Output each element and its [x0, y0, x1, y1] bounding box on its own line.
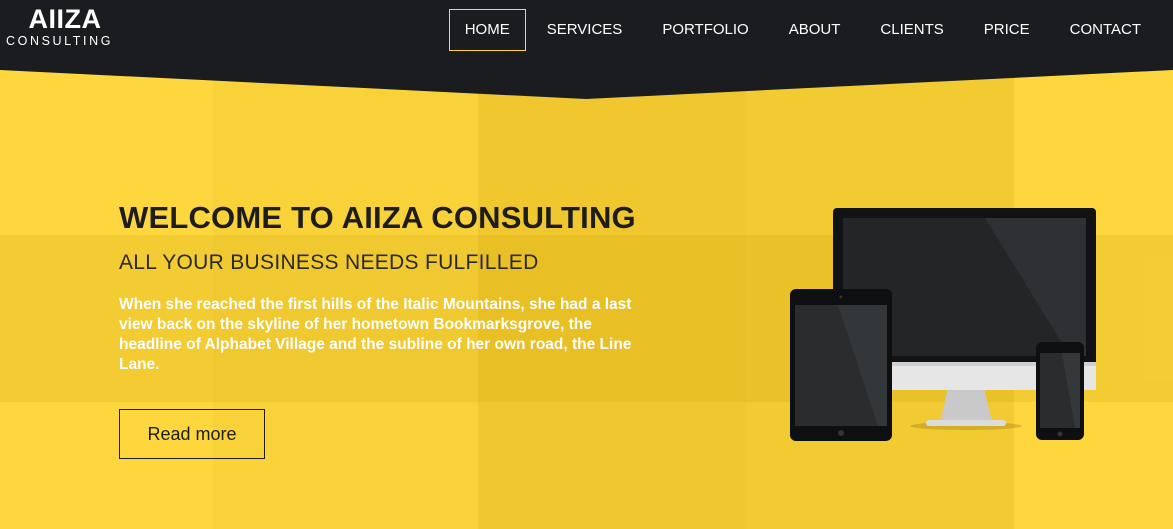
hero-description: When she reached the first hills of the … — [119, 296, 632, 373]
hero-subtitle: ALL YOUR BUSINESS NEEDS FULFILLED — [119, 251, 539, 274]
read-more-button[interactable]: Read more — [119, 409, 265, 459]
nav-item-about[interactable]: ABOUT — [770, 9, 860, 51]
tablet-icon — [790, 289, 892, 441]
main-nav: HOME SERVICES PORTFOLIO ABOUT CLIENTS PR… — [447, 9, 1160, 51]
nav-item-price[interactable]: PRICE — [965, 9, 1049, 51]
smartphone-icon — [1036, 342, 1084, 440]
nav-item-home[interactable]: HOME — [448, 9, 526, 51]
logo-tagline: CONSULTING — [6, 34, 114, 48]
site-header: AIIZA CONSULTING HOME SERVICES PORTFOLIO… — [0, 0, 1173, 100]
nav-item-contact[interactable]: CONTACT — [1051, 9, 1160, 51]
nav-item-services[interactable]: SERVICES — [528, 9, 642, 51]
nav-item-portfolio[interactable]: PORTFOLIO — [643, 9, 767, 51]
devices-illustration — [780, 200, 1110, 455]
logo[interactable]: AIIZA CONSULTING — [6, 4, 124, 49]
hero-title: WELCOME TO AIIZA CONSULTING — [119, 200, 636, 235]
nav-item-clients[interactable]: CLIENTS — [861, 9, 962, 51]
logo-name: AIIZA — [28, 4, 102, 34]
hero-content: WELCOME TO AIIZA CONSULTING ALL YOUR BUS… — [119, 198, 679, 375]
